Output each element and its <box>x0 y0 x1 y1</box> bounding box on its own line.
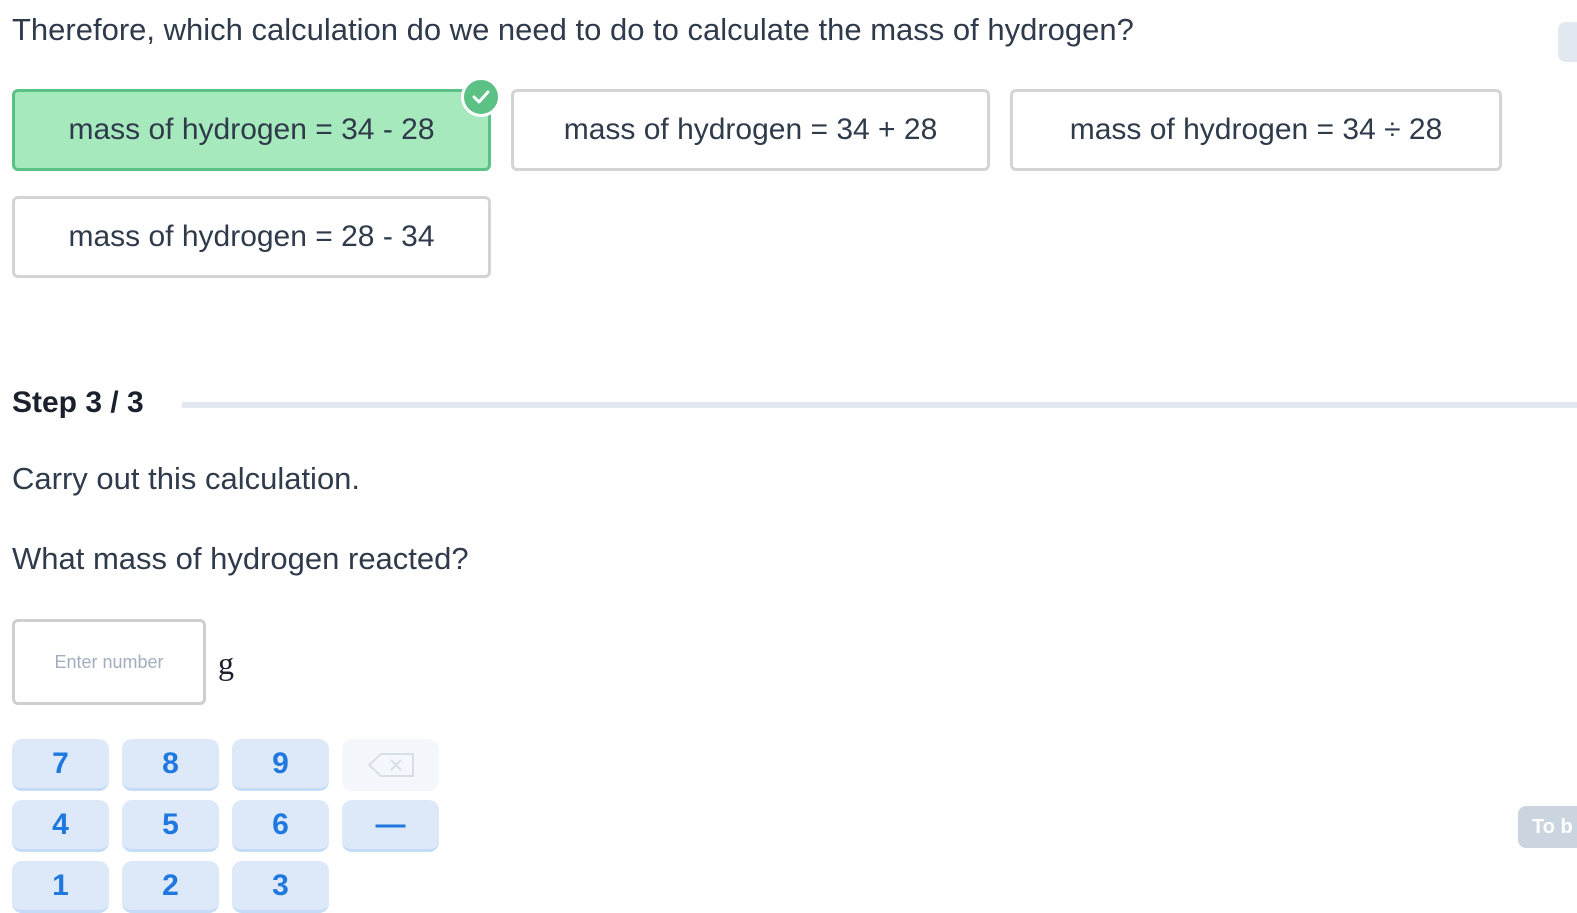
key-7[interactable]: 7 <box>12 739 109 791</box>
correct-check-badge <box>461 77 501 117</box>
key-4[interactable]: 4 <box>12 800 109 852</box>
option-1[interactable]: mass of hydrogen = 34 - 28 <box>12 89 491 171</box>
side-tab[interactable] <box>1558 22 1577 62</box>
backspace-key[interactable] <box>342 739 439 791</box>
option-label: mass of hydrogen = 28 - 34 <box>68 220 435 253</box>
option-label: mass of hydrogen = 34 + 28 <box>563 113 938 146</box>
minus-key[interactable]: — <box>342 800 439 852</box>
step-divider <box>182 402 1577 408</box>
question-text: Therefore, which calculation do we need … <box>12 12 1134 47</box>
key-8[interactable]: 8 <box>122 739 219 791</box>
checkmark-icon <box>472 90 490 104</box>
key-3[interactable]: 3 <box>232 861 329 913</box>
backspace-icon <box>367 753 414 777</box>
key-5[interactable]: 5 <box>122 800 219 852</box>
option-label: mass of hydrogen = 34 - 28 <box>68 113 435 146</box>
key-9[interactable]: 9 <box>232 739 329 791</box>
key-2[interactable]: 2 <box>122 861 219 913</box>
key-6[interactable]: 6 <box>232 800 329 852</box>
answer-input[interactable] <box>12 619 206 705</box>
unit-label: g <box>218 645 234 681</box>
key-1[interactable]: 1 <box>12 861 109 913</box>
step-label: Step 3 / 3 <box>12 386 144 419</box>
option-3[interactable]: mass of hydrogen = 34 ÷ 28 <box>1010 89 1502 171</box>
option-4[interactable]: mass of hydrogen = 28 - 34 <box>12 196 491 278</box>
submit-button[interactable]: To b <box>1518 806 1577 848</box>
minus-icon: — <box>375 807 406 841</box>
option-2[interactable]: mass of hydrogen = 34 + 28 <box>511 89 990 171</box>
prompt-text: What mass of hydrogen reacted? <box>12 541 469 576</box>
option-label: mass of hydrogen = 34 ÷ 28 <box>1069 113 1443 146</box>
instruction-text: Carry out this calculation. <box>12 461 361 496</box>
